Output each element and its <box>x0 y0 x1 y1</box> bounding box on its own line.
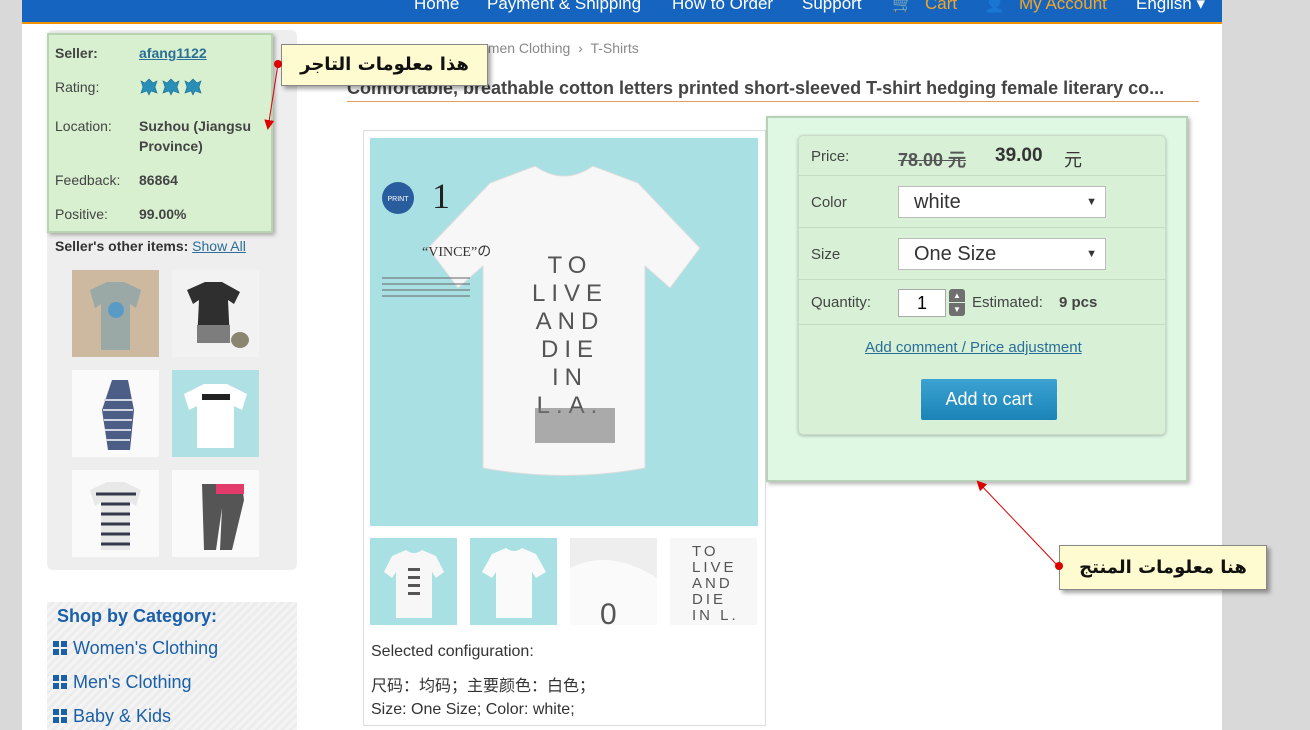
annotation-arrows <box>264 63 1059 567</box>
product-info-annotation: هنا معلومات المنتج <box>1059 545 1267 590</box>
annotation-dot <box>1055 562 1063 570</box>
annotation-dot <box>274 60 282 68</box>
seller-info-annotation: هذا معلومات التاجر <box>281 44 488 86</box>
